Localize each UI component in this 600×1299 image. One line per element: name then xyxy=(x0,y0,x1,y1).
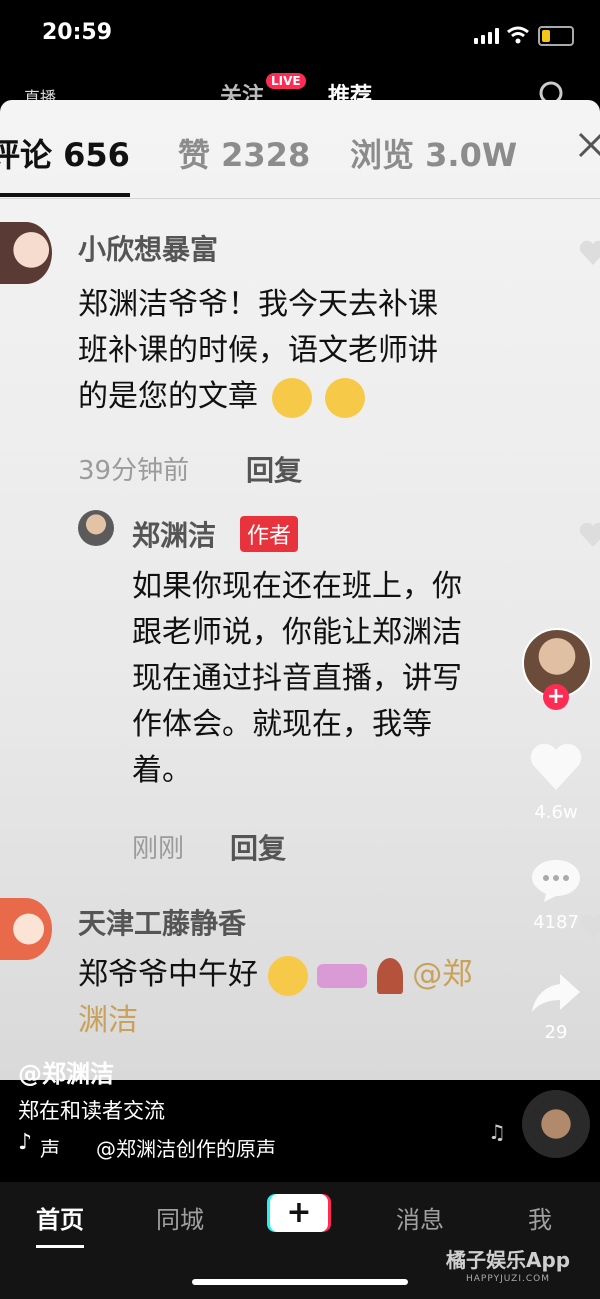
comment-line: 如果你现在还在班上，你 xyxy=(132,569,462,604)
floating-note-icon: ♫ xyxy=(488,1120,506,1144)
create-plus-button[interactable]: + xyxy=(270,1194,328,1232)
author-handle[interactable]: @郑渊洁 xyxy=(18,1054,114,1089)
share-arrow-icon[interactable] xyxy=(530,970,582,1014)
tab-likes[interactable]: 赞 2328 xyxy=(178,130,310,176)
comment-bubble-icon[interactable] xyxy=(530,856,582,904)
i-love-you-sticker-icon xyxy=(317,963,368,988)
pleading-face-emoji-icon xyxy=(325,377,366,418)
plus-icon: + xyxy=(286,1195,312,1230)
divider xyxy=(0,198,600,199)
music-title[interactable]: @郑渊洁创作的原声 xyxy=(96,1133,276,1162)
comment-line: 的是您的文章 xyxy=(78,374,558,420)
comment-time: 39分钟前 xyxy=(78,456,190,486)
comment-username[interactable]: 小欣想暴富 xyxy=(78,228,218,268)
signal-icon xyxy=(474,28,500,44)
comment-body: 郑爷爷中午好 @郑 渊洁 xyxy=(78,952,548,1044)
like-heart-icon[interactable] xyxy=(578,520,600,550)
music-prefix: 声 xyxy=(40,1137,60,1161)
comment-line: 着。 xyxy=(132,753,192,788)
comment-line: 跟老师说，你能让郑渊洁 xyxy=(132,615,462,650)
watermark-logo: 橘子娱乐App xyxy=(446,1248,571,1272)
follow-plus-icon[interactable]: + xyxy=(543,684,569,710)
comment-time: 刚刚 xyxy=(132,834,185,864)
like-count: 4.6w xyxy=(534,802,578,823)
comment-line: 郑渊洁爷爷！我今天去补课 xyxy=(78,287,438,322)
tab-me[interactable]: 我 xyxy=(528,1200,552,1235)
watermark-url: HAPPYJUZI.COM xyxy=(466,1274,550,1284)
like-heart-icon[interactable] xyxy=(528,740,584,792)
tab-messages[interactable]: 消息 xyxy=(396,1200,444,1235)
status-bar: 20:59 xyxy=(0,0,600,70)
home-indicator xyxy=(192,1279,408,1285)
tab-views[interactable]: 浏览 3.0W xyxy=(350,130,517,176)
battery-icon xyxy=(538,26,574,46)
tab-underline xyxy=(0,193,130,197)
avatar[interactable] xyxy=(0,898,52,960)
comment-line: 郑爷爷中午好 @郑 xyxy=(78,952,548,998)
comment-username[interactable]: 郑渊洁 xyxy=(132,514,216,554)
close-icon[interactable] xyxy=(576,130,600,160)
status-time: 20:59 xyxy=(42,20,113,45)
tab-city[interactable]: 同城 xyxy=(156,1200,204,1235)
comment-line-text: 的是您的文章 xyxy=(78,379,258,414)
tab-home-underline xyxy=(36,1245,84,1248)
reply-button[interactable]: 回复 xyxy=(246,449,302,489)
pleading-face-emoji-icon xyxy=(271,377,312,418)
reply-button[interactable]: 回复 xyxy=(230,827,286,867)
mention-link[interactable]: @郑 xyxy=(412,957,472,992)
video-description: 郑在和读者交流 xyxy=(18,1099,165,1123)
comment-sheet: 评论 656 赞 2328 浏览 3.0W 小欣想暴富 郑渊洁爷爷！我今天去补课… xyxy=(0,100,600,1080)
author-badge: 作者 xyxy=(240,516,299,552)
avatar[interactable] xyxy=(0,222,52,284)
music-note-icon: ♪ xyxy=(18,1130,33,1155)
comment-body: 郑渊洁爷爷！我今天去补课 班补课的时候，语文老师讲 的是您的文章 xyxy=(78,282,558,420)
comment-line: 班补课的时候，语文老师讲 xyxy=(78,333,438,368)
live-badge: LIVE xyxy=(266,73,306,89)
comment-username[interactable]: 天津工藤静香 xyxy=(78,902,246,942)
author-avatar[interactable] xyxy=(78,510,114,546)
comment-line: 现在通过抖音直播，讲写 xyxy=(132,661,462,696)
wifi-icon xyxy=(507,26,529,44)
lollipop-emoji-icon xyxy=(376,957,403,994)
comment-count: 4187 xyxy=(533,912,579,933)
tab-home[interactable]: 首页 xyxy=(36,1200,84,1235)
kissing-face-emoji-icon xyxy=(267,955,308,996)
like-heart-icon[interactable] xyxy=(578,238,600,268)
music-disc[interactable] xyxy=(522,1090,590,1158)
comment-line-text: 郑爷爷中午好 xyxy=(78,957,258,992)
mention-link[interactable]: 渊洁 xyxy=(78,998,548,1044)
tab-comments[interactable]: 评论 656 xyxy=(0,130,130,176)
comment-line: 作体会。就现在，我等 xyxy=(132,707,432,742)
share-count: 29 xyxy=(544,1022,568,1043)
comment-body: 如果你现在还在班上，你 跟老师说，你能让郑渊洁 现在通过抖音直播，讲写 作体会。… xyxy=(132,564,572,794)
